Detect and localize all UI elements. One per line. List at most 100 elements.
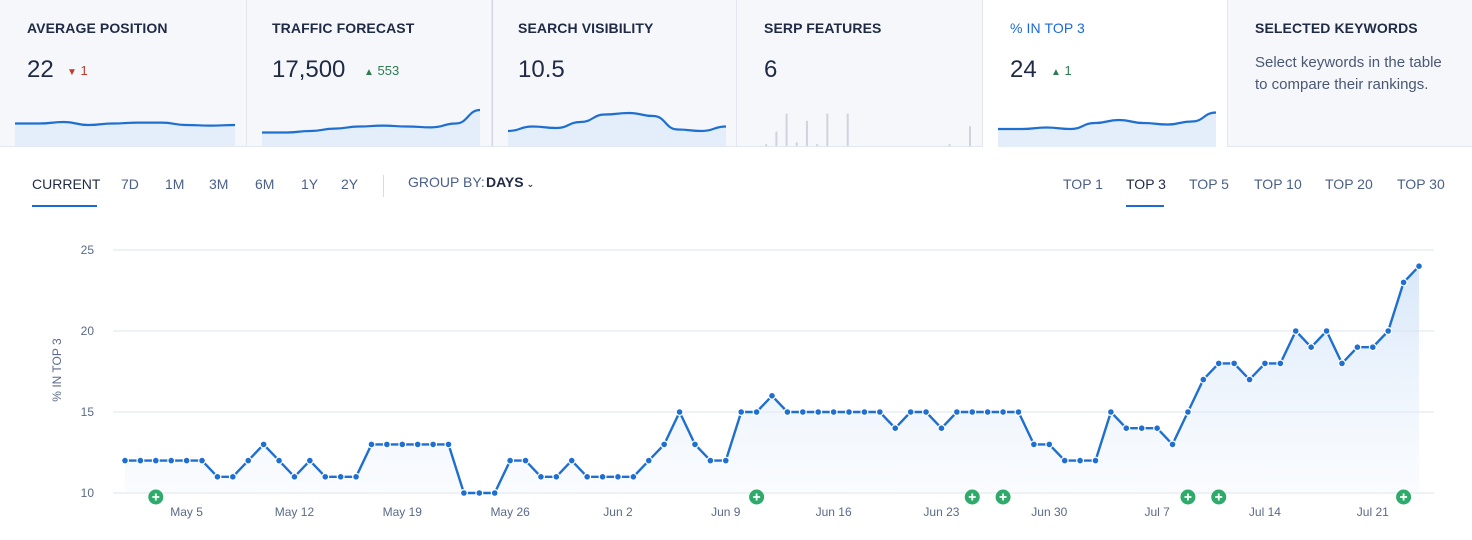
data-point[interactable]: [860, 408, 869, 417]
data-point[interactable]: [1368, 343, 1377, 352]
data-point[interactable]: [367, 440, 376, 449]
data-point[interactable]: [536, 472, 545, 481]
data-point[interactable]: [675, 408, 684, 417]
tab-3m[interactable]: 3M: [209, 176, 228, 192]
tab-7d[interactable]: 7D: [121, 176, 139, 192]
data-point[interactable]: [398, 440, 407, 449]
data-point[interactable]: [798, 408, 807, 417]
data-point[interactable]: [891, 424, 900, 433]
data-point[interactable]: [1337, 359, 1346, 368]
data-point[interactable]: [1168, 440, 1177, 449]
data-point[interactable]: [1260, 359, 1269, 368]
data-point[interactable]: [1414, 262, 1423, 271]
data-point[interactable]: [444, 440, 453, 449]
data-point[interactable]: [644, 456, 653, 465]
kpi-serp-features[interactable]: SERP FEATURES 6: [737, 0, 983, 146]
kpi-traffic-forecast[interactable]: TRAFFIC FORECAST 17,500 ▲ 553: [247, 0, 492, 146]
data-point[interactable]: [690, 440, 699, 449]
tab-top-5[interactable]: TOP 5: [1189, 176, 1229, 192]
data-point[interactable]: [228, 472, 237, 481]
tab-top-20[interactable]: TOP 20: [1325, 176, 1373, 192]
data-point[interactable]: [213, 472, 222, 481]
plus-icon[interactable]: [964, 489, 980, 505]
data-point[interactable]: [475, 489, 484, 498]
data-point[interactable]: [1384, 326, 1393, 335]
data-point[interactable]: [1353, 343, 1362, 352]
plus-icon[interactable]: [1180, 489, 1196, 505]
data-point[interactable]: [721, 456, 730, 465]
data-point[interactable]: [937, 424, 946, 433]
data-point[interactable]: [1276, 359, 1285, 368]
data-point[interactable]: [413, 440, 422, 449]
data-point[interactable]: [1091, 456, 1100, 465]
data-point[interactable]: [1014, 408, 1023, 417]
tab-6m[interactable]: 6M: [255, 176, 274, 192]
data-point[interactable]: [352, 472, 361, 481]
kpi-in-top-3[interactable]: % IN TOP 3 24 ▲ 1: [983, 0, 1228, 147]
data-point[interactable]: [999, 408, 1008, 417]
data-point[interactable]: [983, 408, 992, 417]
data-point[interactable]: [1029, 440, 1038, 449]
data-point[interactable]: [737, 408, 746, 417]
data-point[interactable]: [1153, 424, 1162, 433]
data-point[interactable]: [1245, 375, 1254, 384]
data-point[interactable]: [1291, 326, 1300, 335]
data-point[interactable]: [613, 472, 622, 481]
data-point[interactable]: [259, 440, 268, 449]
data-point[interactable]: [952, 408, 961, 417]
data-point[interactable]: [1060, 456, 1069, 465]
data-point[interactable]: [783, 408, 792, 417]
data-point[interactable]: [120, 456, 129, 465]
plus-icon[interactable]: [1396, 489, 1412, 505]
data-point[interactable]: [1045, 440, 1054, 449]
plus-icon[interactable]: [749, 489, 765, 505]
data-point[interactable]: [1399, 278, 1408, 287]
data-point[interactable]: [336, 472, 345, 481]
data-point[interactable]: [845, 408, 854, 417]
kpi-search-visibility[interactable]: SEARCH VISIBILITY 10.5: [492, 0, 737, 146]
data-point[interactable]: [552, 472, 561, 481]
data-point[interactable]: [151, 456, 160, 465]
data-point[interactable]: [829, 408, 838, 417]
data-point[interactable]: [875, 408, 884, 417]
data-point[interactable]: [922, 408, 931, 417]
data-point[interactable]: [706, 456, 715, 465]
data-point[interactable]: [321, 472, 330, 481]
data-point[interactable]: [290, 472, 299, 481]
data-point[interactable]: [1106, 408, 1115, 417]
data-point[interactable]: [1322, 326, 1331, 335]
data-point[interactable]: [1307, 343, 1316, 352]
data-point[interactable]: [583, 472, 592, 481]
data-point[interactable]: [275, 456, 284, 465]
kpi-average-position[interactable]: AVERAGE POSITION 22 ▼ 1: [0, 0, 247, 146]
data-point[interactable]: [1137, 424, 1146, 433]
data-point[interactable]: [244, 456, 253, 465]
data-point[interactable]: [814, 408, 823, 417]
data-point[interactable]: [567, 456, 576, 465]
data-point[interactable]: [490, 489, 499, 498]
tab-top-3[interactable]: TOP 3: [1126, 176, 1166, 192]
plus-icon[interactable]: [995, 489, 1011, 505]
tab-top-1[interactable]: TOP 1: [1063, 176, 1103, 192]
tab-2y[interactable]: 2Y: [341, 176, 358, 192]
data-point[interactable]: [598, 472, 607, 481]
data-point[interactable]: [506, 456, 515, 465]
data-point[interactable]: [459, 489, 468, 498]
data-point[interactable]: [906, 408, 915, 417]
data-point[interactable]: [1122, 424, 1131, 433]
tab-top-30[interactable]: TOP 30: [1397, 176, 1445, 192]
data-point[interactable]: [429, 440, 438, 449]
data-point[interactable]: [767, 391, 776, 400]
plus-icon[interactable]: [1211, 489, 1227, 505]
data-point[interactable]: [198, 456, 207, 465]
data-point[interactable]: [305, 456, 314, 465]
tab-top-10[interactable]: TOP 10: [1254, 176, 1302, 192]
data-point[interactable]: [521, 456, 530, 465]
data-point[interactable]: [1076, 456, 1085, 465]
tab-1y[interactable]: 1Y: [301, 176, 318, 192]
data-point[interactable]: [167, 456, 176, 465]
data-point[interactable]: [382, 440, 391, 449]
data-point[interactable]: [660, 440, 669, 449]
plus-icon[interactable]: [148, 489, 164, 505]
tab-1m[interactable]: 1M: [165, 176, 184, 192]
